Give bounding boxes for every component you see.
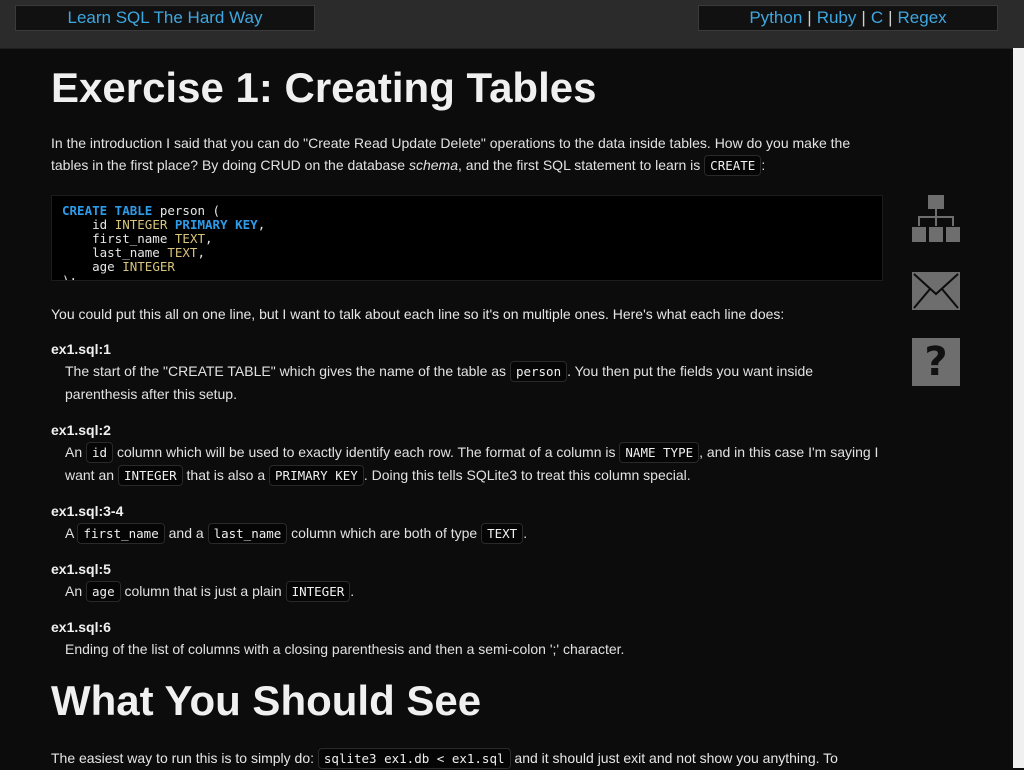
code-keyword: CREATE TABLE xyxy=(62,203,153,218)
definition-term: ex1.sql:3-4 xyxy=(51,503,124,519)
inline-code: age xyxy=(86,581,121,602)
nav-separator: | xyxy=(807,8,812,27)
site-title-box: Learn SQL The Hard Way xyxy=(15,5,315,31)
language-nav: Python | Ruby | C | Regex xyxy=(698,5,998,31)
definition-list: ex1.sql:1 The start of the "CREATE TABLE… xyxy=(51,340,883,661)
code-type: INTEGER xyxy=(114,217,168,232)
definition-body: The start of the "CREATE TABLE" which gi… xyxy=(65,360,883,406)
inline-code: NAME TYPE xyxy=(619,442,700,463)
top-bar: Learn SQL The Hard Way Python | Ruby | C… xyxy=(0,0,1024,49)
code-text: , xyxy=(205,231,213,246)
nav-separator: | xyxy=(888,8,893,27)
code-type: TEXT xyxy=(174,231,205,246)
def-text: that is also a xyxy=(182,467,270,483)
def-text: . xyxy=(350,583,355,599)
inline-code: person xyxy=(509,361,568,382)
code-text: id xyxy=(62,217,115,232)
nav-link-ruby[interactable]: Ruby xyxy=(817,8,857,28)
code-text: age xyxy=(62,259,123,274)
help-icon[interactable]: ? xyxy=(912,338,960,386)
intro-text: : xyxy=(761,157,766,173)
inline-code: INTEGER xyxy=(285,581,351,602)
bottom-text: The easiest way to run this is to simply… xyxy=(51,750,318,766)
bottom-paragraph: The easiest way to run this is to simply… xyxy=(51,747,883,770)
def-text: column that is just a plain xyxy=(120,583,286,599)
def-text: Ending of the list of columns with a clo… xyxy=(65,641,625,657)
def-text: . Doing this tells SQLite3 to treat this… xyxy=(363,467,691,483)
inline-code: TEXT xyxy=(481,523,524,544)
inline-code: id xyxy=(86,442,114,463)
def-text: . xyxy=(523,525,528,541)
code-text: , xyxy=(197,245,205,260)
def-text: and a xyxy=(164,525,208,541)
page-title: Exercise 1: Creating Tables xyxy=(51,64,597,111)
nav-link-regex[interactable]: Regex xyxy=(898,8,947,28)
def-text: An xyxy=(65,583,87,599)
nav-link-python[interactable]: Python xyxy=(749,8,802,28)
inline-code: last_name xyxy=(207,523,288,544)
help-glyph: ? xyxy=(924,339,948,385)
inline-code: INTEGER xyxy=(117,465,183,486)
intro-text: , and the first SQL statement to learn i… xyxy=(458,157,705,173)
definition-body: Ending of the list of columns with a clo… xyxy=(65,638,883,661)
definition-body: An id column which will be used to exact… xyxy=(65,441,883,487)
def-text: column which will be used to exactly ide… xyxy=(113,444,620,460)
def-text: A xyxy=(65,525,78,541)
code-type: TEXT xyxy=(167,245,198,260)
code-text: ); xyxy=(62,273,78,281)
definition-body: A first_name and a last_name column whic… xyxy=(65,522,883,545)
nav-separator: | xyxy=(861,8,866,27)
intro-emphasis: schema xyxy=(408,157,459,173)
definition-term: ex1.sql:2 xyxy=(51,422,111,438)
mail-icon[interactable] xyxy=(912,272,960,310)
section-heading: What You Should See xyxy=(51,677,482,724)
inline-code: CREATE xyxy=(704,155,762,176)
code-text: first_name xyxy=(62,231,175,246)
code-type: INTEGER xyxy=(122,259,175,274)
code-keyword: PRIMARY KEY xyxy=(174,217,258,232)
definition-term: ex1.sql:1 xyxy=(51,341,111,357)
code-text: , xyxy=(257,217,266,232)
explanation-lead: You could put this all on one line, but … xyxy=(51,306,785,322)
definition-body: An age column that is just a plain INTEG… xyxy=(65,580,883,603)
page-scrollbar[interactable] xyxy=(1013,48,1024,768)
main-content: Exercise 1: Creating Tables In the intro… xyxy=(51,48,883,770)
site-title-link[interactable]: Learn SQL The Hard Way xyxy=(68,8,263,28)
definition-term: ex1.sql:6 xyxy=(51,619,111,635)
def-text: column which are both of type xyxy=(287,525,482,541)
intro-paragraph: In the introduction I said that you can … xyxy=(51,132,883,177)
inline-code: sqlite3 ex1.db < ex1.sql xyxy=(317,748,511,769)
inline-code: PRIMARY KEY xyxy=(269,465,364,486)
code-text: person ( xyxy=(152,203,221,218)
nav-link-c[interactable]: C xyxy=(871,8,883,28)
sql-code-block: CREATE TABLE person ( id INTEGER PRIMARY… xyxy=(51,195,883,281)
def-text: The start of the "CREATE TABLE" which gi… xyxy=(65,363,510,379)
code-text: last_name xyxy=(62,245,168,260)
sitemap-icon[interactable] xyxy=(912,194,960,244)
inline-code: first_name xyxy=(77,523,165,544)
def-text: An xyxy=(65,444,87,460)
definition-term: ex1.sql:5 xyxy=(51,561,111,577)
bottom-text: and it should just exit and not show you… xyxy=(510,750,838,766)
